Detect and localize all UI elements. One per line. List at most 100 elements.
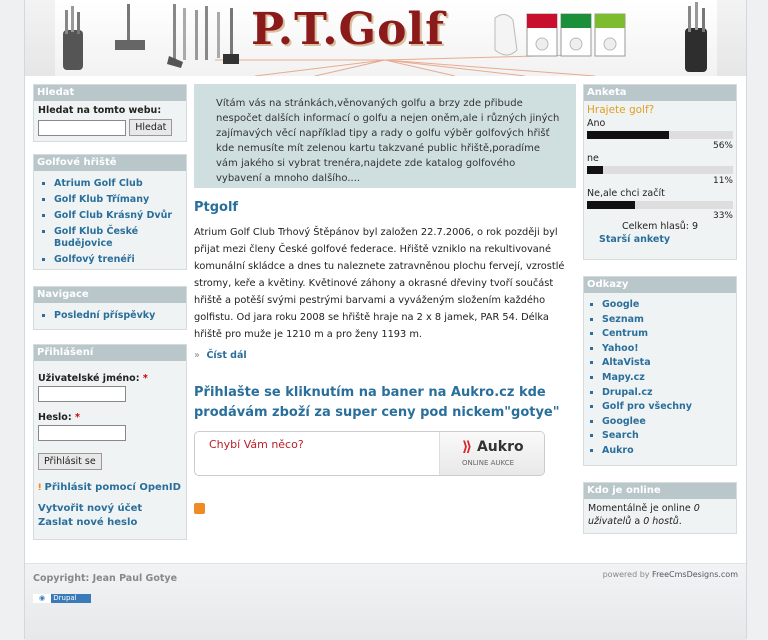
poll-option: Ano 56% — [587, 118, 733, 151]
login-block: Přihlášení Uživatelské jméno: * Heslo: *… — [33, 344, 187, 540]
welcome-text: Vítám vás na stránkách,věnovaných golfu … — [216, 98, 560, 184]
navigation-block-title: Navigace — [34, 287, 186, 303]
password-input[interactable] — [38, 425, 126, 441]
search-button[interactable]: Hledat — [129, 119, 173, 136]
node-body: Atrium Golf Club Trhový Štěpánov byl zal… — [194, 227, 565, 340]
openid-login-link[interactable]: Přihlásit pomocí OpenID — [45, 482, 181, 493]
search-label: Hledat na tomto webu: — [38, 105, 162, 116]
poll-option-percent: 56% — [712, 141, 733, 151]
required-mark: * — [142, 373, 148, 384]
login-button[interactable]: Přihlásit se — [38, 453, 102, 470]
links-block: Odkazy Google Seznam Centrum Yahoo! AltaVist… — [583, 276, 737, 466]
links-item[interactable]: Golf pro všechny — [602, 401, 732, 413]
links-item[interactable]: Drupal.cz — [602, 387, 732, 399]
links-item[interactable]: AltaVista — [602, 357, 732, 369]
online-guests-count: 0 hostů — [643, 516, 679, 527]
poll-option-label: Ano — [587, 118, 606, 129]
read-more-link[interactable]: Číst dál — [206, 350, 246, 361]
header-banner[interactable]: P.T.Golf — [25, 0, 746, 76]
course-link-trainers[interactable]: Golfový trenéři — [54, 254, 182, 266]
required-mark: * — [74, 412, 80, 423]
links-item[interactable]: Google — [602, 299, 732, 311]
create-account-link[interactable]: Vytvořit nový účet — [38, 503, 142, 514]
drupal-badge-label: Drupal — [53, 594, 77, 602]
links-item[interactable]: Search — [602, 430, 732, 442]
courses-block-title: Golfové hřiště — [34, 155, 186, 171]
links-item[interactable]: Centrum — [602, 328, 732, 340]
poll-block: Anketa Hrajete golf? Ano 56% ne 11% Ne,ale c… — [583, 84, 737, 260]
powered-by-text: powered by — [602, 570, 653, 579]
older-polls-link[interactable]: Starší ankety — [599, 234, 670, 245]
drupal-drop-icon: ◉ — [33, 594, 51, 603]
aukro-banner[interactable]: Chybí Vám něco? ⟫ Aukro ONLINE AUKCE — [194, 431, 545, 476]
request-password-link[interactable]: Zaslat nové heslo — [38, 517, 137, 528]
username-label: Uživatelské jméno: * — [38, 373, 182, 384]
page: P.T.Golf Hledat Hledat na tomto webu: Hl… — [24, 0, 747, 640]
password-label-text: Heslo: — [38, 412, 72, 423]
links-item[interactable]: Googlee — [602, 416, 732, 428]
course-link-krasny-dvur[interactable]: Golf Club Krásný Dvůr — [54, 210, 182, 222]
links-item[interactable]: Aukro — [602, 445, 732, 457]
login-block-title: Přihlášení — [34, 345, 186, 361]
course-link-atrium[interactable]: Atrium Golf Club — [54, 178, 182, 190]
poll-option-percent: 11% — [712, 176, 733, 186]
poll-bar-track — [587, 131, 733, 139]
poll-bar-fill — [587, 166, 604, 174]
aukro-brand: Aukro — [476, 439, 524, 455]
site-logo-title: P.T.Golf — [251, 4, 446, 55]
aukro-logo: ⟫ Aukro ONLINE AUKCE — [439, 432, 544, 475]
aukro-node-title[interactable]: Přihlašte se kliknutím na baner na Aukro… — [194, 383, 576, 423]
search-block: Hledat Hledat na tomto webu: Hledat — [33, 84, 187, 142]
courses-block: Golfové hřiště Atrium Golf Club Golf Klu… — [33, 154, 187, 270]
who-online-block: Kdo je online Momentálně je online 0 uži… — [583, 482, 737, 534]
links-block-title: Odkazy — [584, 277, 736, 293]
powered-by: powered by FreeCmsDesigns.com — [603, 570, 738, 579]
who-online-end: . — [678, 516, 682, 527]
welcome-box: Vítám vás na stránkách,věnovaných golfu … — [194, 84, 576, 188]
search-input[interactable] — [38, 119, 126, 136]
who-online-prefix: Momentálně je online — [588, 503, 694, 514]
who-online-text: Momentálně je online 0 uživatelů a 0 hos… — [584, 499, 736, 532]
copyright-text: Copyright: Jean Paul Gotye — [33, 573, 178, 584]
openid-icon: ⵑ — [38, 483, 42, 493]
course-link-ceske-budejovice[interactable]: Golf Klub České Budějovice — [54, 226, 182, 250]
read-more[interactable]: » Číst dál — [194, 350, 247, 361]
courses-list: Atrium Golf Club Golf Klub Třímany Golf … — [38, 178, 182, 266]
links-item[interactable]: Seznam — [602, 314, 732, 326]
username-input[interactable] — [38, 386, 126, 402]
chevron-right-icon: » — [194, 350, 200, 361]
poll-question: Hrajete golf? — [587, 104, 655, 116]
navigation-block: Navigace Poslední příspěvky — [33, 286, 187, 330]
password-label: Heslo: * — [38, 412, 182, 423]
poll-option-percent: 33% — [712, 211, 733, 221]
poll-option: ne 11% — [587, 153, 733, 186]
aukro-mark-icon: ⟫ — [462, 439, 473, 455]
who-online-title: Kdo je online — [584, 483, 736, 499]
aukro-subtitle: ONLINE AUKCE — [462, 459, 515, 467]
search-block-title: Hledat — [34, 85, 186, 101]
links-item[interactable]: Mapy.cz — [602, 372, 732, 384]
poll-bar-track — [587, 166, 733, 174]
poll-block-title: Anketa — [584, 85, 736, 101]
links-list: Google Seznam Centrum Yahoo! AltaVista Mapy.c… — [588, 299, 732, 457]
poll-options: Ano 56% ne 11% Ne,ale chci začít 33% — [587, 118, 733, 221]
footer: Copyright: Jean Paul Gotye powered by Fr… — [25, 563, 746, 640]
powered-by-link[interactable]: FreeCmsDesigns.com — [652, 570, 738, 579]
username-label-text: Uživatelské jméno: — [38, 373, 140, 384]
node-title[interactable]: Ptgolf — [194, 200, 238, 215]
course-link-trimany[interactable]: Golf Klub Třímany — [54, 194, 182, 206]
nav-link-recent-posts[interactable]: Poslední příspěvky — [54, 310, 182, 322]
poll-option-label: Ne,ale chci začít — [587, 188, 665, 199]
poll-bar-fill — [587, 201, 636, 209]
drupal-badge[interactable]: ◉ Drupal — [33, 594, 91, 603]
poll-bar-track — [587, 201, 733, 209]
poll-bar-fill — [587, 131, 669, 139]
aukro-question: Chybí Vám něco? — [209, 438, 304, 451]
poll-total: Celkem hlasů: 9 — [621, 221, 699, 232]
poll-option-label: ne — [587, 153, 599, 164]
banner-image: P.T.Golf — [55, 0, 717, 76]
links-item[interactable]: Yahoo! — [602, 343, 732, 355]
who-online-and: a — [631, 516, 644, 527]
poll-option: Ne,ale chci začít 33% — [587, 188, 733, 221]
rss-feed-icon[interactable] — [194, 503, 205, 514]
